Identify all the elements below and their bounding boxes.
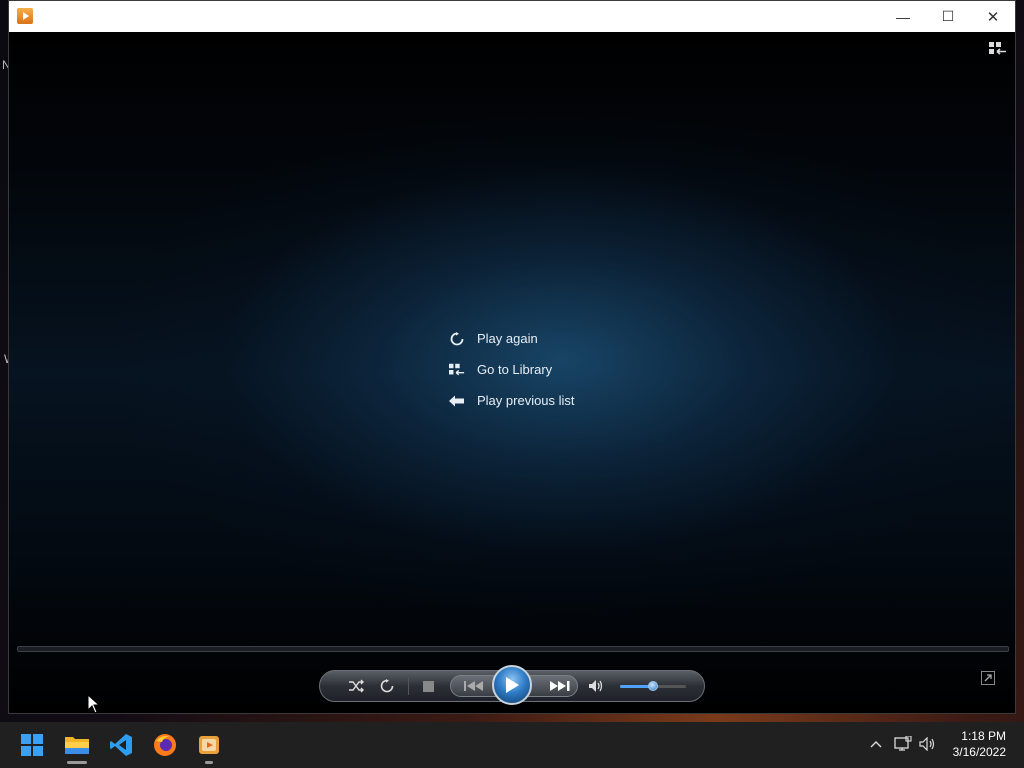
next-button[interactable] [542,671,578,701]
library-icon [449,363,465,377]
next-icon [550,681,570,691]
previous-button[interactable] [456,671,492,701]
close-button[interactable]: ✕ [970,1,1015,32]
play-previous-list-label: Play previous list [477,393,575,408]
fullscreen-icon[interactable] [981,671,995,685]
system-clock[interactable]: 1:18 PM 3/16/2022 [940,728,1006,760]
network-button[interactable] [893,734,913,754]
title-bar[interactable]: — ☐ ✕ [9,1,1015,32]
running-indicator [205,761,213,764]
chevron-up-icon [870,741,882,748]
minimize-button[interactable]: — [880,1,926,32]
shuffle-button[interactable] [344,671,368,701]
maximize-button[interactable]: ☐ [925,1,971,32]
visual-studio-code-icon [110,734,132,756]
firefox-button[interactable] [151,731,179,759]
speaker-icon [919,737,935,751]
play-again-label: Play again [477,331,538,346]
playback-end-menu: Play again Go to Library Play previous l… [449,323,575,416]
windows-media-player-icon [17,8,33,24]
close-icon: ✕ [986,8,1000,26]
play-icon [506,677,519,693]
windows-media-player-icon [199,736,219,754]
clock-time: 1:18 PM [961,729,1006,743]
volume-slider[interactable] [620,681,686,691]
mute-button[interactable] [584,671,608,701]
now-playing-area[interactable]: Play again Go to Library Play previous l… [9,32,1015,713]
volume-tray-button[interactable] [918,734,938,754]
firefox-icon [154,734,176,756]
play-again-option[interactable]: Play again [449,323,575,354]
taskbar: 1:18 PM 3/16/2022 [0,722,1024,768]
go-to-library-label: Go to Library [477,362,553,377]
stop-icon [422,680,434,692]
folder-icon [65,737,89,754]
media-player-taskbar-button[interactable] [195,731,223,764]
repeat-button[interactable] [375,671,399,701]
back-arrow-icon [449,394,465,408]
separator [408,678,409,695]
play-previous-list-option[interactable]: Play previous list [449,385,575,416]
shuffle-icon [349,679,364,693]
replay-icon [449,331,465,346]
go-to-library-option[interactable]: Go to Library [449,354,575,385]
play-button[interactable] [492,665,532,705]
show-hidden-icons-button[interactable] [866,734,886,754]
network-icon [894,736,912,751]
minimize-icon: — [896,8,910,25]
maximize-icon: ☐ [941,8,955,24]
mouse-cursor-icon [87,694,101,714]
clock-date: 3/16/2022 [952,745,1006,759]
media-player-window: — ☐ ✕ Play again Go to Library Play prev… [8,0,1016,714]
windows-start-icon [21,734,43,756]
playback-controls [319,665,705,705]
running-indicator [67,761,87,764]
stop-button[interactable] [416,671,440,701]
file-explorer-button[interactable] [63,731,91,764]
seek-bar[interactable] [17,646,1009,652]
vscode-button[interactable] [107,731,135,759]
volume-slider-thumb[interactable] [648,681,658,691]
switch-to-library-icon[interactable] [988,41,1008,57]
previous-icon [464,681,483,691]
volume-icon [589,680,603,692]
repeat-icon [380,679,394,693]
start-button[interactable] [18,731,46,759]
